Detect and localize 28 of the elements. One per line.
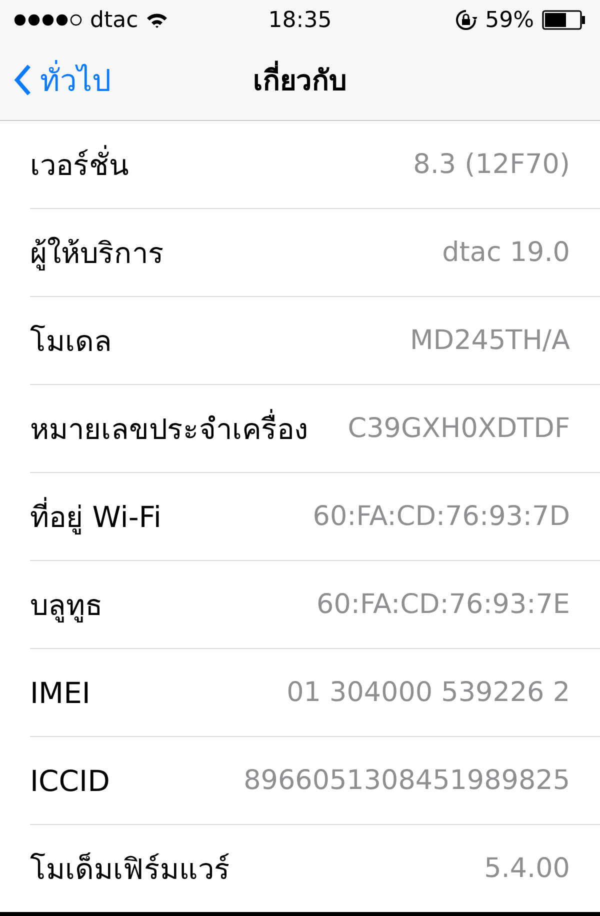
row-label: โมเด็มเฟิร์มแวร์ <box>30 850 230 888</box>
page-title: เกี่ยวกับ <box>253 58 347 102</box>
carrier-name: dtac <box>90 8 138 32</box>
row-label: ที่อยู่ Wi-Fi <box>30 494 162 540</box>
clock-time: 18:35 <box>268 8 332 32</box>
row-value: 8966051308451989825 <box>244 765 570 796</box>
row-value: 60:FA:CD:76:93:7E <box>316 589 570 620</box>
battery-icon <box>542 10 586 30</box>
wifi-icon <box>146 12 168 28</box>
row-label: เวอร์ชั่น <box>30 142 129 188</box>
signal-icon <box>14 14 82 26</box>
row-label: ICCID <box>30 764 110 798</box>
row-label: IMEI <box>30 676 90 710</box>
battery-percent: 59% <box>485 8 534 32</box>
row-value: 60:FA:CD:76:93:7D <box>312 501 570 532</box>
back-button[interactable]: ทั่วไป <box>14 56 111 104</box>
row-value: 01 304000 539226 2 <box>286 677 570 708</box>
back-chevron-icon <box>14 64 32 96</box>
row-label: หมายเลขประจำเครื่อง <box>30 406 308 452</box>
row-label: บลูทูธ <box>30 586 103 624</box>
row-value: C39GXH0XDTDF <box>348 413 570 444</box>
row-label: ผู้ให้บริการ <box>30 234 164 272</box>
row-value: dtac 19.0 <box>442 237 570 268</box>
row-value: MD245TH/A <box>410 325 570 356</box>
row-value: 5.4.00 <box>484 853 570 884</box>
rotation-lock-icon <box>455 9 478 31</box>
row-label: โมเดล <box>30 322 112 360</box>
row-value: 8.3 (12F70) <box>413 149 570 180</box>
